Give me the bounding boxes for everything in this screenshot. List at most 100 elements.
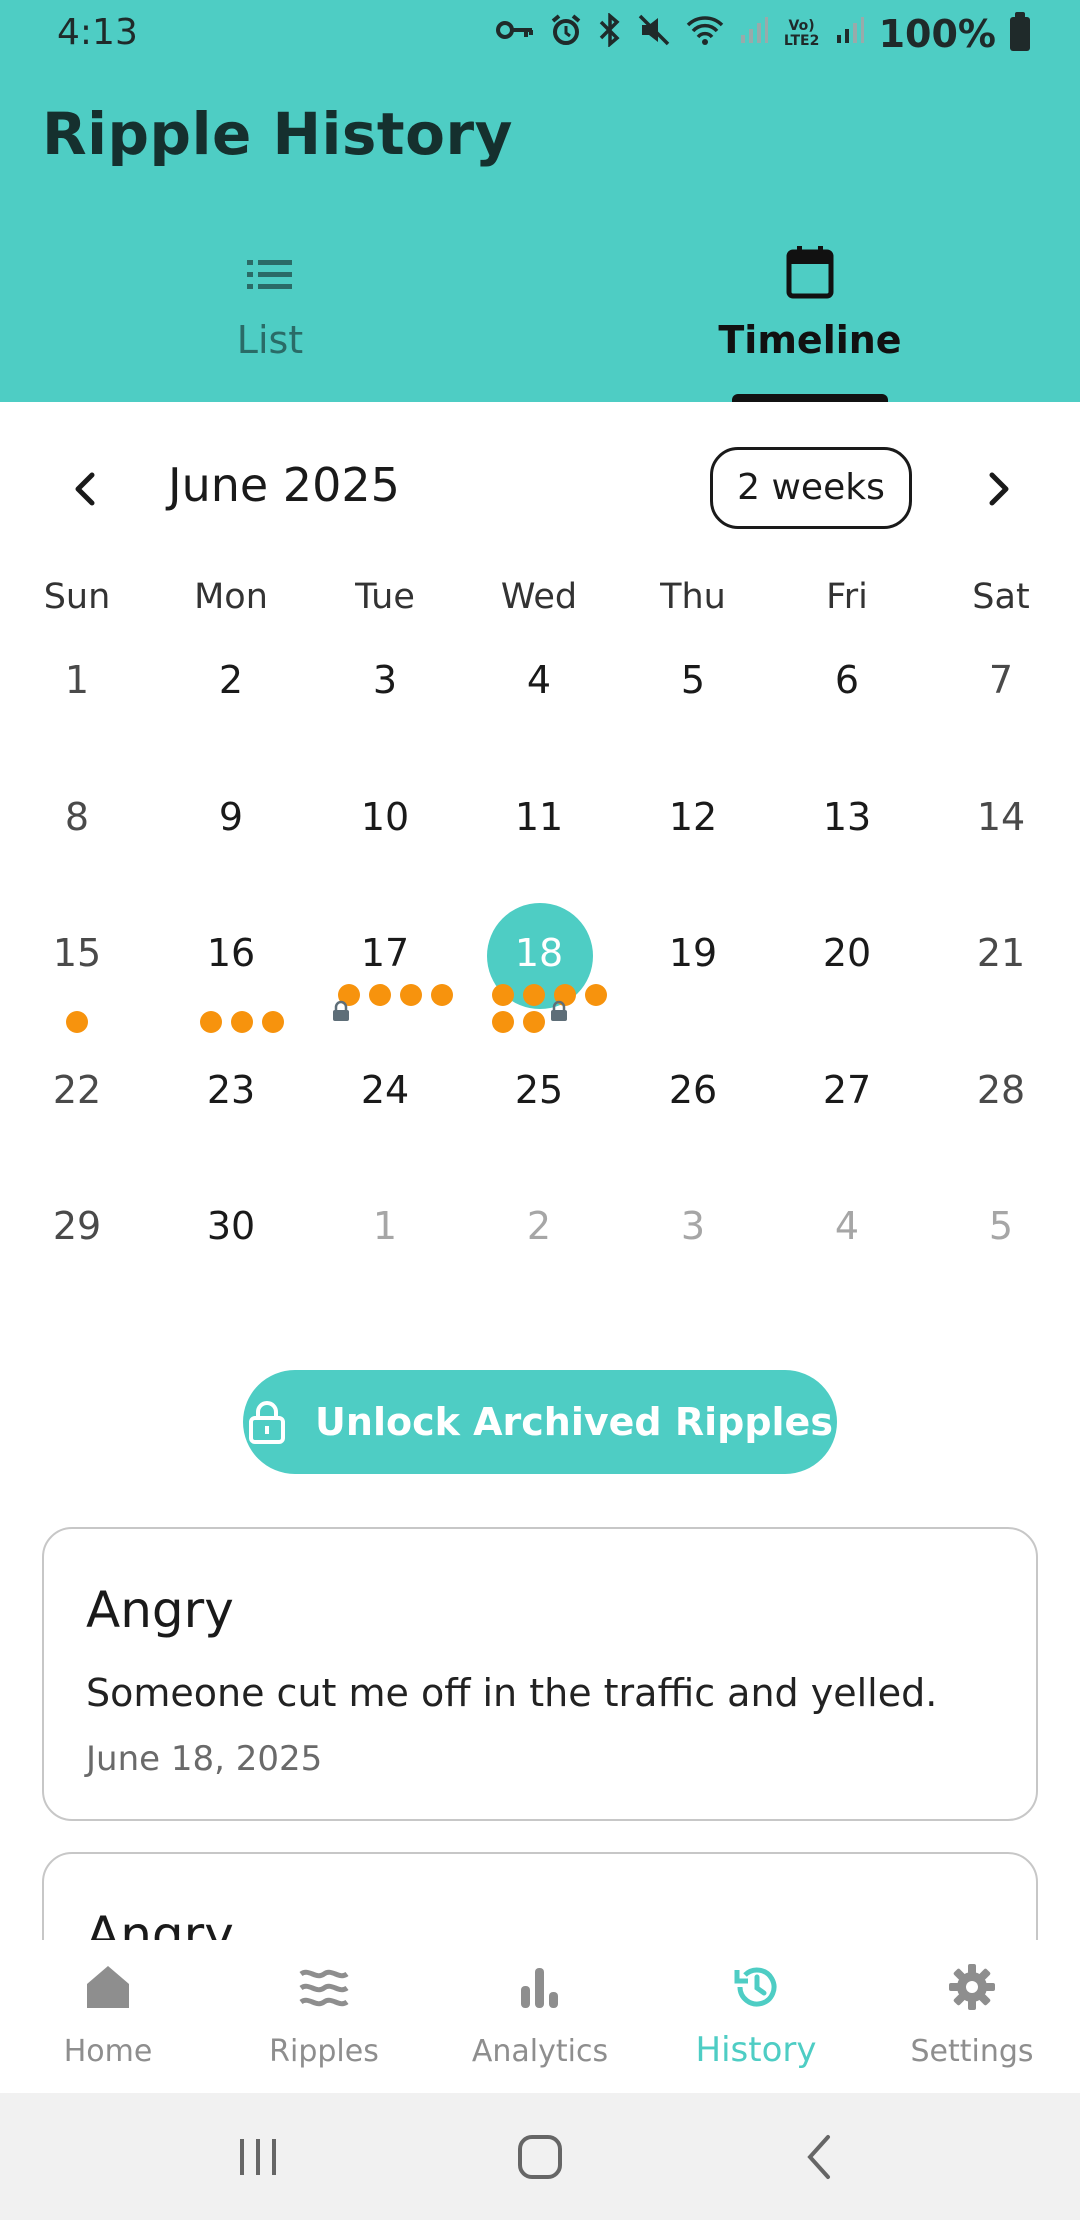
ripple-dot <box>369 984 391 1006</box>
calendar-day[interactable]: 1 <box>0 658 154 702</box>
nav-analytics-label: Analytics <box>471 2034 609 2069</box>
gear-icon <box>949 1964 995 2010</box>
weekday-header: Tue <box>355 577 415 617</box>
calendar-day[interactable]: 2 <box>462 1204 616 1248</box>
lock-icon <box>249 1401 286 1444</box>
calendar-day[interactable]: 18 <box>462 931 616 975</box>
calendar-day[interactable]: 5 <box>924 1204 1078 1248</box>
status-icons: Vo) LTE2 100% <box>495 12 1030 56</box>
nav-settings-label: Settings <box>910 2034 1034 2069</box>
ripple-dot <box>200 1011 222 1033</box>
ripple-dot <box>523 984 545 1006</box>
calendar-day[interactable]: 24 <box>308 1068 462 1112</box>
ripple-dot <box>585 984 607 1006</box>
month-label: June 2025 <box>168 458 400 512</box>
tab-list-label: List <box>236 318 304 362</box>
calendar-day[interactable]: 29 <box>0 1204 154 1248</box>
calendar-day[interactable]: 1 <box>308 1204 462 1248</box>
tab-timeline-label: Timeline <box>718 318 902 362</box>
calendar-day[interactable]: 16 <box>154 931 308 975</box>
ripple-dot <box>66 1011 88 1033</box>
bluetooth-icon <box>597 12 623 55</box>
entry-text: Someone cut me off in the traffic and ye… <box>86 1671 938 1715</box>
history-icon <box>734 1967 777 2007</box>
entry-date: June 18, 2025 <box>86 1739 323 1779</box>
vpn-key-icon <box>495 15 535 53</box>
back-icon[interactable] <box>794 2131 850 2183</box>
calendar-day[interactable]: 8 <box>0 795 154 839</box>
tab-list[interactable]: List <box>120 240 420 402</box>
calendar-day[interactable]: 12 <box>616 795 770 839</box>
unlock-archived-label: Unlock Archived Ripples <box>315 1400 833 1444</box>
calendar-day[interactable]: 11 <box>462 795 616 839</box>
nav-history-label: History <box>695 2030 817 2070</box>
lock-icon <box>333 1000 349 1021</box>
nav-home[interactable]: Home <box>0 1940 216 2093</box>
calendar-day[interactable]: 7 <box>924 658 1078 702</box>
home-circle-icon[interactable] <box>512 2131 568 2183</box>
recents-icon[interactable] <box>230 2131 286 2183</box>
calendar-day[interactable]: 26 <box>616 1068 770 1112</box>
chevron-right-icon[interactable] <box>974 465 1022 513</box>
calendar-day[interactable]: 9 <box>154 795 308 839</box>
calendar-day[interactable]: 14 <box>924 795 1078 839</box>
calendar-day[interactable]: 4 <box>462 658 616 702</box>
calendar-day[interactable]: 30 <box>154 1204 308 1248</box>
signal-icon-2 <box>835 15 865 53</box>
status-bar: 4:13 Vo) LTE2 100% <box>0 0 1080 68</box>
calendar-day[interactable]: 4 <box>770 1204 924 1248</box>
ripple-dot <box>262 1011 284 1033</box>
calendar-day[interactable]: 28 <box>924 1068 1078 1112</box>
tab-timeline[interactable]: Timeline <box>660 240 960 402</box>
signal-icon <box>739 15 769 53</box>
calendar-day[interactable]: 10 <box>308 795 462 839</box>
lte-label: Vo) LTE2 <box>783 18 820 49</box>
calendar-day[interactable]: 3 <box>616 1204 770 1248</box>
calendar-day[interactable]: 17 <box>308 931 462 975</box>
ripple-dot <box>492 984 514 1006</box>
ripple-dot <box>431 984 453 1006</box>
calendar-day[interactable]: 22 <box>0 1068 154 1112</box>
chevron-left-icon[interactable] <box>62 465 110 513</box>
weekday-header: Sun <box>43 577 111 617</box>
weekday-header: Sat <box>972 577 1030 617</box>
range-toggle-button[interactable]: 2 weeks <box>710 447 912 529</box>
calendar-day[interactable]: 25 <box>462 1068 616 1112</box>
entry-card[interactable]: Angry Someone cut me off in the traffic … <box>42 1527 1038 1821</box>
bar-chart-icon <box>521 1968 558 2008</box>
battery-icon <box>1010 12 1030 51</box>
ripple-dot <box>231 1011 253 1033</box>
calendar-day[interactable]: 23 <box>154 1068 308 1112</box>
nav-ripples-label: Ripples <box>269 2034 379 2069</box>
calendar-day[interactable]: 3 <box>308 658 462 702</box>
calendar-day[interactable]: 19 <box>616 931 770 975</box>
calendar-day[interactable]: 15 <box>0 931 154 975</box>
calendar-day[interactable]: 27 <box>770 1068 924 1112</box>
calendar-day[interactable]: 6 <box>770 658 924 702</box>
weekday-header: Fri <box>826 577 868 617</box>
weekday-header: Thu <box>660 577 726 617</box>
calendar-day[interactable]: 13 <box>770 795 924 839</box>
nav-ripples[interactable]: Ripples <box>216 1940 432 2093</box>
tab-indicator <box>732 394 888 402</box>
home-icon <box>87 1966 129 2008</box>
ripple-dot <box>523 1011 545 1033</box>
nav-analytics[interactable]: Analytics <box>432 1940 648 2093</box>
bottom-navigation: Home Ripples Analytics History Settings <box>0 1940 1080 2093</box>
entry-title: Angry <box>86 1581 234 1639</box>
status-time: 4:13 <box>57 12 138 53</box>
alarm-icon <box>549 13 583 55</box>
nav-settings[interactable]: Settings <box>864 1940 1080 2093</box>
calendar-day[interactable]: 5 <box>616 658 770 702</box>
wifi-icon <box>685 14 725 54</box>
unlock-archived-button[interactable]: Unlock Archived Ripples <box>243 1370 837 1474</box>
system-navigation-bar <box>0 2093 1080 2220</box>
calendar-day[interactable]: 21 <box>924 931 1078 975</box>
battery-percent: 100% <box>878 12 996 56</box>
page-title: Ripple History <box>42 100 513 168</box>
calendar-day[interactable]: 20 <box>770 931 924 975</box>
weekday-header: Mon <box>194 577 268 617</box>
nav-history[interactable]: History <box>648 1940 864 2093</box>
calendar-day[interactable]: 2 <box>154 658 308 702</box>
weekday-header: Wed <box>500 577 578 617</box>
